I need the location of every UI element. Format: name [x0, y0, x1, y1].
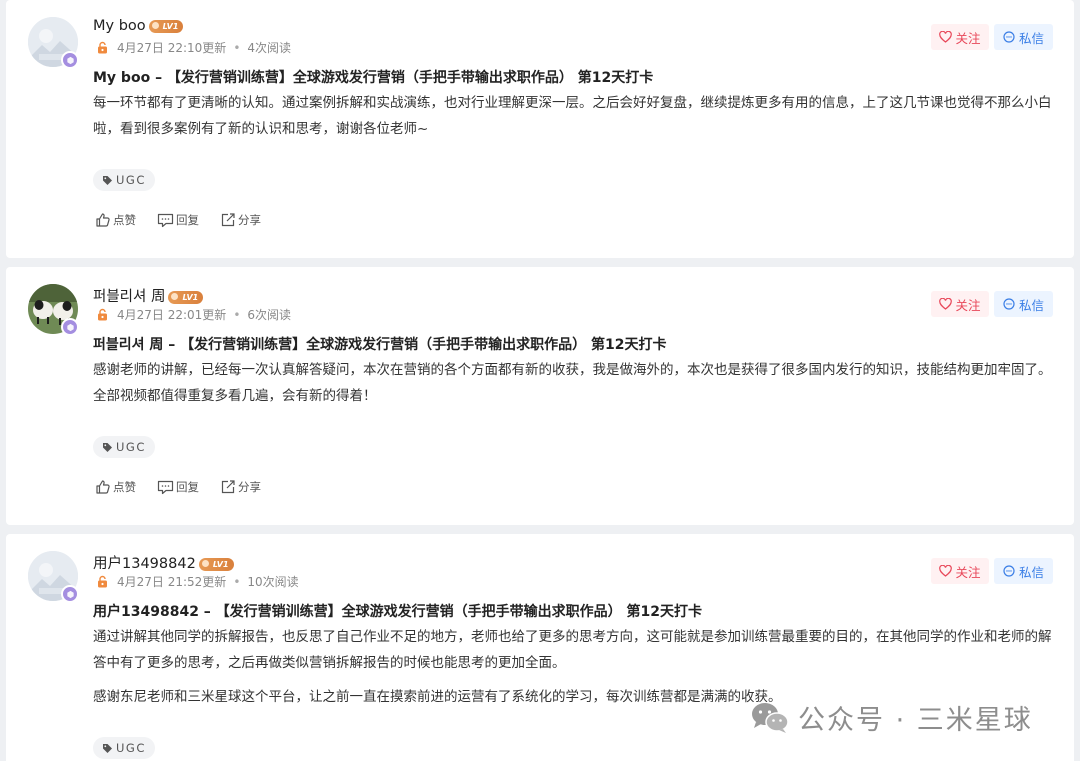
heart-icon: [939, 298, 953, 310]
thumbs-up-icon: [96, 480, 110, 494]
post-body: 感谢老师的讲解，已经每一次认真解答疑问，本次在营销的各个方面都有新的收获，我是做…: [93, 357, 1061, 409]
tag-chip[interactable]: UGC: [93, 737, 155, 759]
lock-icon: [96, 308, 109, 321]
verified-badge-icon: [61, 585, 79, 603]
username-text[interactable]: 用户13498842: [93, 556, 196, 572]
tag-icon: [103, 743, 112, 753]
follow-label: 关注: [955, 297, 981, 313]
meta-separator: •: [233, 307, 241, 322]
share-label: 分享: [238, 480, 261, 494]
message-button[interactable]: 私信: [994, 291, 1053, 317]
message-button[interactable]: 私信: [994, 24, 1053, 50]
lock-icon: [96, 575, 109, 588]
heart-icon: [939, 565, 953, 577]
share-button[interactable]: 分享: [220, 212, 261, 228]
like-button[interactable]: 点赞: [95, 479, 136, 495]
heart-icon: [939, 31, 953, 43]
level-badge: LV1: [148, 20, 184, 33]
view-count: 6次阅读: [247, 308, 292, 322]
tag-icon: [103, 175, 112, 185]
tag-label: UGC: [116, 173, 146, 187]
verified-badge-icon: [61, 318, 79, 336]
chat-icon: [1003, 565, 1015, 577]
reply-button[interactable]: 回复: [157, 212, 199, 228]
tag-chip[interactable]: UGC: [93, 169, 155, 191]
post-meta: 4月27日 22:01更新 • 6次阅读: [96, 306, 291, 323]
message-button[interactable]: 私信: [994, 558, 1053, 584]
post-title[interactable]: My boo – 【发行营销训练营】全球游戏发行营销（手把手带输出求职作品） 第…: [93, 67, 653, 87]
post-paragraph: 每一环节都有了更清晰的认知。通过案例拆解和实战演练，也对行业理解更深一层。之后会…: [93, 95, 1052, 137]
username[interactable]: 퍼블리셔 周 LV1: [93, 285, 204, 306]
meta-separator: •: [233, 40, 241, 55]
chat-icon: [1003, 298, 1015, 310]
tag-icon: [103, 442, 112, 452]
share-button[interactable]: 分享: [220, 479, 261, 495]
follow-button[interactable]: 关注: [931, 24, 989, 50]
post-date: 4月27日 22:10更新: [117, 41, 227, 55]
watermark-text: 公众号 · 三米星球: [798, 705, 1033, 736]
post-title[interactable]: 퍼블리셔 周 – 【发行营销训练营】全球游戏发行营销（手把手带输出求职作品） 第…: [93, 334, 667, 354]
reply-label: 回复: [176, 480, 199, 494]
post-actions: 点赞 回复 分享: [95, 479, 282, 495]
reply-button[interactable]: 回复: [157, 479, 199, 495]
share-label: 分享: [238, 213, 261, 227]
post-date: 4月27日 21:52更新: [117, 575, 227, 589]
watermark: 公众号 · 三米星球: [750, 698, 1033, 737]
reply-label: 回复: [176, 213, 199, 227]
verified-badge-icon: [61, 51, 79, 69]
message-label: 私信: [1018, 30, 1044, 46]
post-paragraph: 通过讲解其他同学的拆解报告，也反思了自己作业不足的地方，老师也给了更多的思考方向…: [93, 629, 1052, 671]
username-text[interactable]: 퍼블리셔 周: [93, 289, 165, 305]
post-card: 퍼블리셔 周 LV1 4月27日 22:01更新 • 6次阅读 关注 私信 퍼블리…: [6, 267, 1074, 525]
post-meta: 4月27日 22:10更新 • 4次阅读: [96, 39, 291, 56]
post-paragraph: 感谢老师的讲解，已经每一次认真解答疑问，本次在营销的各个方面都有新的收获，我是做…: [93, 362, 1052, 404]
username-text[interactable]: My boo: [93, 18, 146, 34]
like-button[interactable]: 点赞: [95, 212, 136, 228]
chat-icon: [1003, 31, 1015, 43]
post-body: 每一环节都有了更清晰的认知。通过案例拆解和实战演练，也对行业理解更深一层。之后会…: [93, 90, 1061, 142]
level-badge: LV1: [198, 558, 234, 571]
message-label: 私信: [1018, 297, 1044, 313]
post-actions: 点赞 回复 分享: [95, 212, 282, 228]
wechat-icon: [752, 702, 789, 733]
view-count: 4次阅读: [247, 41, 292, 55]
post-feed: My boo LV1 4月27日 22:10更新 • 4次阅读 关注 私信 My …: [0, 0, 1080, 761]
like-label: 点赞: [113, 213, 136, 227]
follow-button[interactable]: 关注: [931, 558, 989, 584]
share-icon: [221, 480, 235, 494]
like-label: 点赞: [113, 480, 136, 494]
follow-button[interactable]: 关注: [931, 291, 989, 317]
share-icon: [221, 213, 235, 227]
level-badge: LV1: [168, 291, 204, 304]
message-label: 私信: [1018, 564, 1044, 580]
lock-icon: [96, 41, 109, 54]
post-title[interactable]: 用户13498842 – 【发行营销训练营】全球游戏发行营销（手把手带输出求职作…: [93, 601, 702, 621]
view-count: 10次阅读: [247, 575, 299, 589]
post-meta: 4月27日 21:52更新 • 10次阅读: [96, 573, 299, 590]
meta-separator: •: [233, 574, 241, 589]
comment-icon: [157, 213, 174, 227]
username[interactable]: 用户13498842 LV1: [93, 552, 234, 573]
tag-chip[interactable]: UGC: [93, 436, 155, 458]
thumbs-up-icon: [96, 213, 110, 227]
post-date: 4月27日 22:01更新: [117, 308, 227, 322]
follow-label: 关注: [955, 30, 981, 46]
follow-label: 关注: [955, 564, 981, 580]
tag-label: UGC: [116, 741, 146, 755]
comment-icon: [157, 480, 174, 494]
post-card: My boo LV1 4月27日 22:10更新 • 4次阅读 关注 私信 My …: [6, 0, 1074, 258]
tag-label: UGC: [116, 440, 146, 454]
username[interactable]: My boo LV1: [93, 18, 184, 34]
